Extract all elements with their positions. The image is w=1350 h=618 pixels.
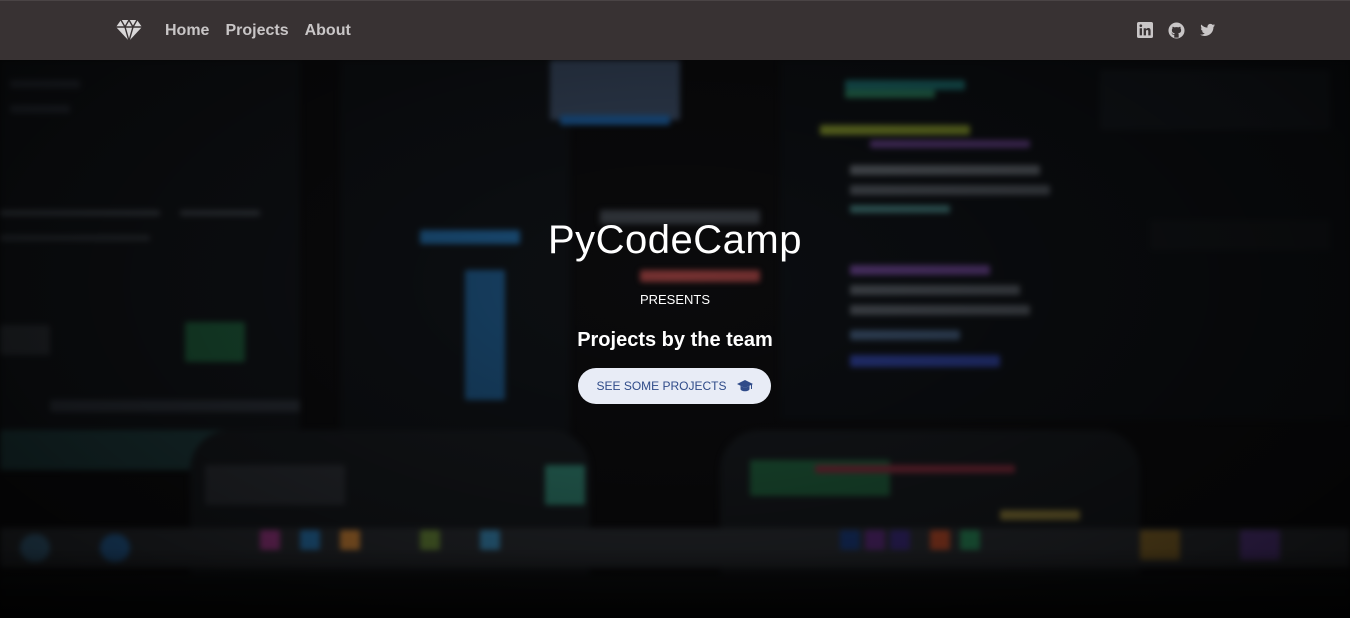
hero-title: PyCodeCamp xyxy=(547,218,802,262)
graduation-cap-icon xyxy=(736,379,753,393)
diamond-icon[interactable] xyxy=(115,18,143,44)
nav-link-home[interactable]: Home xyxy=(165,20,209,42)
page: Home Projects About PyCodeCamp PRESENTS … xyxy=(0,0,1350,618)
navbar: Home Projects About xyxy=(0,0,1350,60)
github-icon[interactable] xyxy=(1168,22,1186,40)
nav-link-projects[interactable]: Projects xyxy=(225,20,288,42)
see-projects-button[interactable]: SEE SOME PROJECTS xyxy=(578,368,771,404)
linkedin-icon[interactable] xyxy=(1137,22,1155,40)
twitter-icon[interactable] xyxy=(1199,22,1217,40)
hero-section: PyCodeCamp PRESENTS Projects by the team… xyxy=(0,60,1350,618)
nav-link-about[interactable]: About xyxy=(305,20,351,42)
see-projects-label: SEE SOME PROJECTS xyxy=(596,379,727,393)
nav-links: Home Projects About xyxy=(165,20,351,42)
hero-presents: PRESENTS xyxy=(639,292,711,307)
hero-subtitle: Projects by the team xyxy=(577,329,773,351)
social-links xyxy=(1137,22,1217,40)
